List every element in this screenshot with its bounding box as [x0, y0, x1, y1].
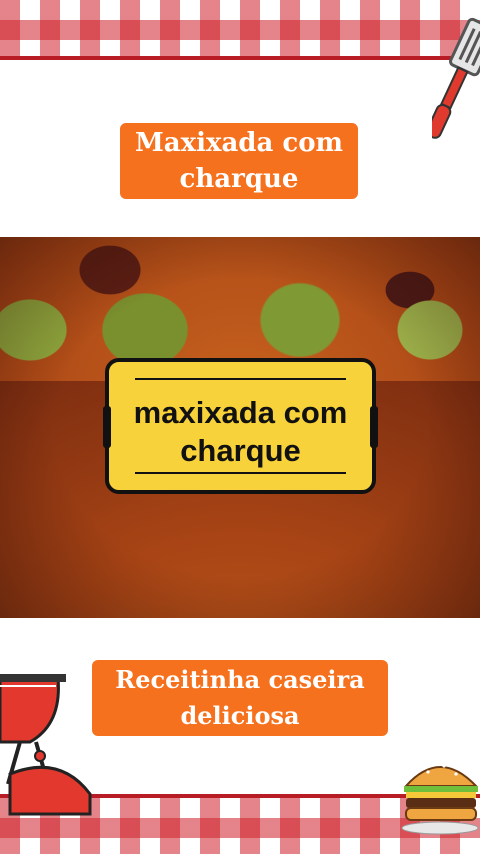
card-title: maxixada com charque: [109, 394, 372, 470]
title-card: maxixada com charque: [103, 358, 378, 494]
card-title-line1: maxixada com: [133, 395, 348, 430]
card-title-line2: charque: [180, 433, 301, 468]
subtitle-label-line2: deliciosa: [180, 701, 300, 730]
burger-icon: [401, 764, 479, 835]
title-label: Maxixada com charque: [120, 123, 358, 199]
spatula-icon: [432, 17, 480, 139]
title-label-line2: charque: [179, 164, 299, 194]
subtitle-label: Receitinha caseira deliciosa: [92, 660, 388, 736]
top-checkered-border: [0, 0, 480, 60]
subtitle-label-line1: Receitinha caseira: [115, 665, 365, 694]
title-label-line1: Maxixada com: [134, 128, 344, 158]
grill-icon: [0, 674, 92, 816]
card-top-rule: [135, 378, 346, 380]
card-bottom-rule: [135, 472, 346, 474]
